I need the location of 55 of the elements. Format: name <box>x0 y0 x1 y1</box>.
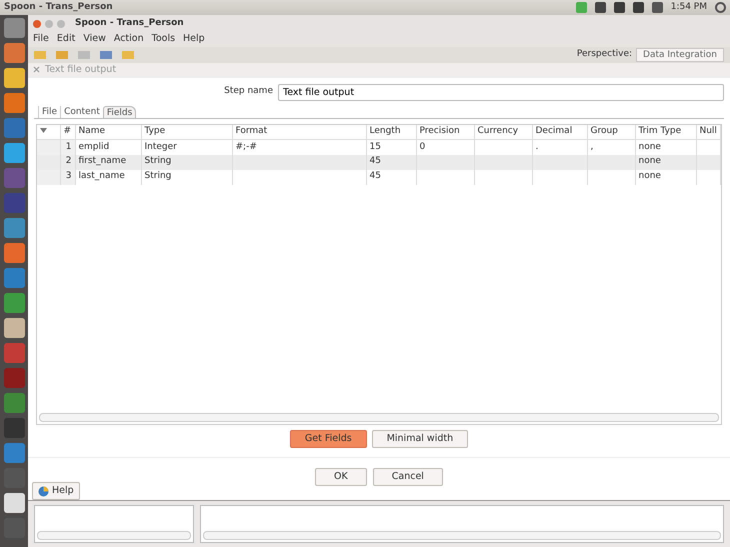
column-header[interactable]: Format <box>232 124 366 140</box>
table-cell[interactable]: none <box>635 154 696 170</box>
close-icon[interactable] <box>33 20 41 28</box>
column-header[interactable]: Trim Type <box>635 124 696 140</box>
dialog-title: Text file output <box>45 63 116 78</box>
power-icon[interactable] <box>715 2 726 13</box>
menu-item[interactable]: Tools <box>152 32 176 47</box>
table-cell[interactable]: first_name <box>75 154 141 170</box>
app-icon[interactable] <box>4 318 24 338</box>
app-icon[interactable] <box>4 43 24 63</box>
minimize-icon[interactable] <box>45 20 53 28</box>
table-cell[interactable]: last_name <box>75 170 141 185</box>
horizontal-scrollbar[interactable] <box>37 531 191 540</box>
column-header[interactable]: Null <box>696 124 720 140</box>
horizontal-scrollbar[interactable] <box>39 413 719 422</box>
help-icon <box>38 486 49 496</box>
tab[interactable]: Fields <box>102 106 136 118</box>
column-header[interactable]: Length <box>366 124 416 140</box>
column-header[interactable]: Decimal <box>532 124 587 140</box>
menu-item[interactable]: Help <box>183 32 205 47</box>
app-icon[interactable] <box>4 68 24 88</box>
button[interactable]: OK <box>315 468 367 486</box>
column-header[interactable]: Precision <box>416 124 474 140</box>
menu-item[interactable]: File <box>33 32 49 47</box>
table-cell[interactable]: none <box>635 170 696 185</box>
close-icon[interactable] <box>33 66 40 74</box>
button[interactable]: Minimal width <box>372 430 468 448</box>
horizontal-scrollbar[interactable] <box>203 531 721 540</box>
tab[interactable]: File <box>38 106 60 118</box>
field-label: Step name <box>224 85 273 98</box>
menu-item[interactable]: View <box>83 32 106 47</box>
help-button[interactable]: Help <box>32 482 80 500</box>
app-icon[interactable] <box>4 493 24 513</box>
menu-item[interactable]: Action <box>114 32 144 47</box>
sort-icon[interactable] <box>40 128 47 134</box>
app-icon[interactable] <box>4 143 24 163</box>
table-cell[interactable]: String <box>141 154 232 170</box>
column-header[interactable]: Currency <box>474 124 532 140</box>
window-title: Spoon - Trans_Person <box>75 16 184 30</box>
maximize-icon[interactable] <box>57 20 65 28</box>
table-cell[interactable]: String <box>141 170 232 185</box>
window-title: Spoon - Trans_Person <box>4 0 114 14</box>
clock[interactable]: 1:54 PM <box>670 0 707 14</box>
table-cell[interactable]: 45 <box>366 154 416 170</box>
button[interactable]: Cancel <box>372 468 443 486</box>
table-cell[interactable]: 45 <box>366 170 416 185</box>
step-name-field[interactable]: Text file output <box>278 84 724 101</box>
perspective-button[interactable]: Data Integration <box>636 48 724 62</box>
column-header[interactable]: Group <box>587 124 635 140</box>
column-header[interactable]: Name <box>75 124 141 140</box>
perspective-label: Perspective: <box>576 48 632 62</box>
menu-item[interactable]: Edit <box>56 32 76 47</box>
column-header[interactable]: Type <box>141 124 232 140</box>
app-icon[interactable] <box>4 93 24 113</box>
button[interactable]: Get Fields <box>290 430 367 448</box>
